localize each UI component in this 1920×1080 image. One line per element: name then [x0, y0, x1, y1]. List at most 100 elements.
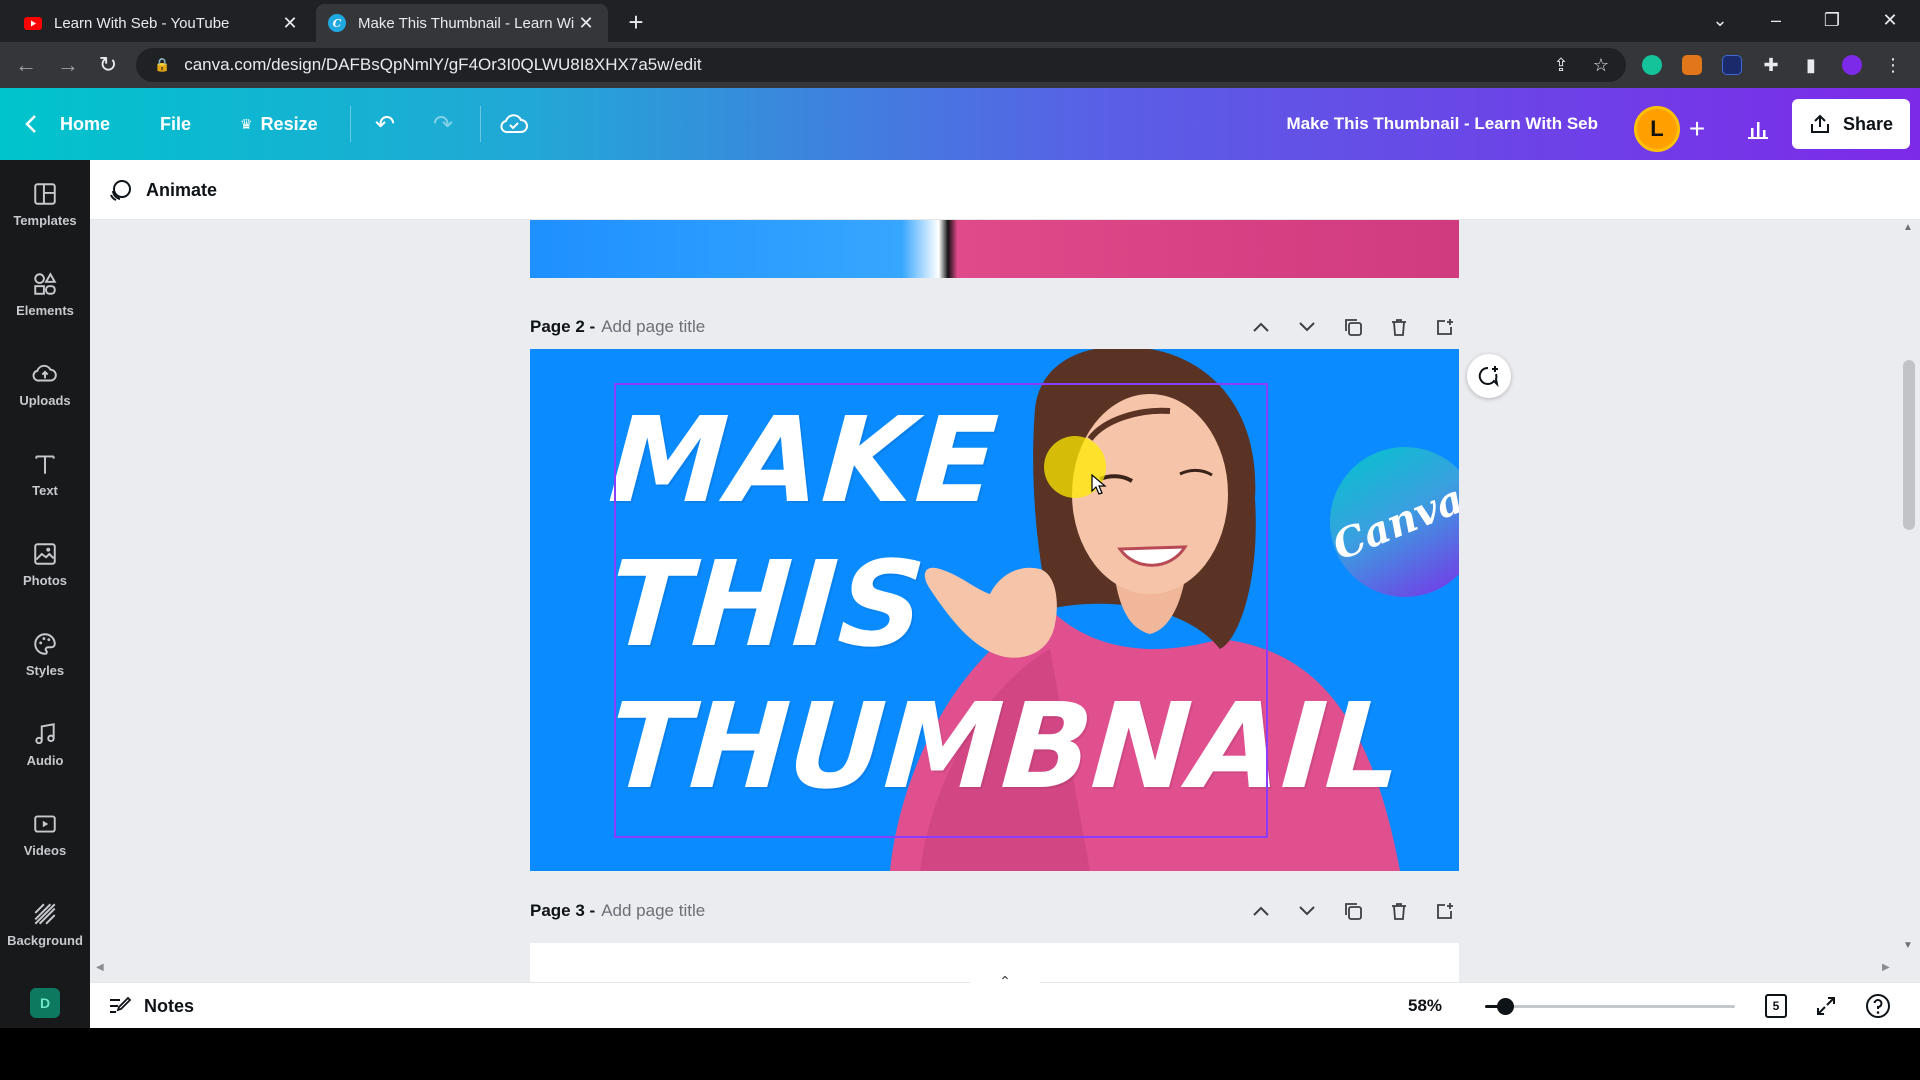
- redo-icon[interactable]: ↷: [429, 110, 457, 138]
- sidebar-item-label: Styles: [25, 662, 65, 678]
- grammarly-extension-icon[interactable]: [1642, 55, 1662, 75]
- page-1-thumbnail-bottom[interactable]: [530, 220, 1459, 278]
- help-icon[interactable]: [1864, 992, 1892, 1020]
- minimize-icon[interactable]: –: [1748, 0, 1804, 40]
- duplicate-page-icon[interactable]: [1339, 897, 1367, 925]
- tab-search-icon[interactable]: ⌄: [1692, 0, 1748, 40]
- back-icon[interactable]: ←: [12, 51, 40, 79]
- browser-tab-bar: Learn With Seb - YouTube ✕ C Make This T…: [0, 0, 1920, 42]
- sidebar-item-text[interactable]: Text: [0, 434, 90, 514]
- vertical-scrollbar[interactable]: ▲ ▼: [1898, 220, 1920, 982]
- context-toolbar: Animate: [90, 160, 1920, 220]
- duplicate-page-icon[interactable]: [1339, 313, 1367, 341]
- audio-icon: [35, 722, 55, 744]
- notion-extension-icon[interactable]: [1722, 55, 1742, 75]
- notes-button[interactable]: Notes: [108, 983, 194, 1029]
- show-pages-chevron-icon[interactable]: ⌃: [970, 971, 1040, 991]
- add-page-icon[interactable]: [1431, 897, 1459, 925]
- share-button[interactable]: Share: [1792, 99, 1910, 149]
- metamask-extension-icon[interactable]: [1682, 55, 1702, 75]
- tab-canva[interactable]: C Make This Thumbnail - Learn Wi ✕: [316, 4, 608, 42]
- page-3-title-field[interactable]: Add page title: [601, 901, 705, 921]
- page-count-button[interactable]: 5: [1762, 992, 1790, 1020]
- fullscreen-icon[interactable]: [1812, 992, 1840, 1020]
- url-text: canva.com/design/DAFBsQpNmlY/gF4Or3I0QLW…: [184, 55, 702, 74]
- cloud-saved-icon[interactable]: [500, 110, 528, 138]
- zoom-slider[interactable]: [1485, 998, 1735, 1015]
- videos-icon: [34, 814, 56, 833]
- canvas-workspace: Page 2 - Add page title MAKE THIS THUMBN…: [90, 220, 1920, 982]
- selection-box[interactable]: [614, 383, 1268, 838]
- url-field[interactable]: 🔒 canva.com/design/DAFBsQpNmlY/gF4Or3I0Q…: [136, 48, 1626, 82]
- page-2-title-field[interactable]: Add page title: [601, 317, 705, 337]
- mouse-pointer-icon: [1091, 474, 1107, 495]
- move-page-down-icon[interactable]: [1293, 313, 1321, 341]
- forward-icon[interactable]: →: [54, 51, 82, 79]
- canva-logo-text: Canva: [1326, 474, 1459, 570]
- zoom-percentage[interactable]: 58%: [1408, 983, 1442, 1029]
- canva-top-bar: Home File ♛ Resize ↶ ↷ Make This Thumbna…: [0, 88, 1920, 160]
- templates-icon: [34, 182, 56, 205]
- pages-grid-icon: 5: [1765, 994, 1787, 1018]
- sidebar-item-videos[interactable]: Videos: [0, 794, 90, 874]
- scroll-right-arrow-icon[interactable]: ▶: [1882, 962, 1890, 973]
- page-3-label: Page 3 -: [530, 901, 596, 920]
- scrollbar-thumb[interactable]: [1903, 360, 1915, 530]
- divider: [480, 106, 481, 142]
- zoom-slider-knob[interactable]: [1497, 998, 1514, 1015]
- sidebar-item-templates[interactable]: Templates: [0, 164, 90, 244]
- sidebar-item-photos[interactable]: Photos: [0, 524, 90, 604]
- delete-page-icon[interactable]: [1385, 313, 1413, 341]
- document-title[interactable]: Make This Thumbnail - Learn With Seb: [1286, 88, 1598, 160]
- restore-icon[interactable]: ❐: [1804, 0, 1860, 40]
- page-3-actions: [1247, 897, 1459, 925]
- new-tab-button[interactable]: +: [622, 9, 650, 37]
- home-label: Home: [60, 113, 111, 134]
- tab-title: Make This Thumbnail - Learn Wi: [358, 14, 575, 32]
- file-label: File: [160, 113, 192, 134]
- close-window-icon[interactable]: ✕: [1862, 0, 1918, 40]
- scroll-up-arrow-icon[interactable]: ▲: [1903, 222, 1913, 233]
- chevron-left-icon: [25, 115, 36, 133]
- reload-icon[interactable]: ↻: [94, 51, 122, 79]
- undo-icon[interactable]: ↶: [371, 110, 399, 138]
- home-button[interactable]: Home: [24, 88, 110, 160]
- sidebar-item-uploads[interactable]: Uploads: [0, 344, 90, 424]
- extensions-puzzle-icon[interactable]: ✚: [1760, 54, 1782, 76]
- sidebar-item-elements[interactable]: Elements: [0, 254, 90, 334]
- file-menu[interactable]: File: [160, 88, 191, 160]
- tab-youtube[interactable]: Learn With Seb - YouTube ✕: [12, 4, 312, 42]
- menu-kebab-icon[interactable]: ⋮: [1882, 54, 1904, 76]
- design-page-2[interactable]: MAKE THIS THUMBNAIL Canva: [530, 349, 1459, 871]
- animate-icon: [110, 180, 131, 201]
- resize-button[interactable]: ♛ Resize: [240, 88, 318, 160]
- add-comment-button[interactable]: [1467, 354, 1511, 398]
- invite-plus-button[interactable]: +: [1680, 106, 1714, 152]
- sidebar-item-audio[interactable]: Audio: [0, 704, 90, 784]
- scroll-left-arrow-icon[interactable]: ◀: [96, 962, 104, 973]
- scroll-down-arrow-icon[interactable]: ▼: [1903, 940, 1913, 951]
- insights-chart-icon[interactable]: [1738, 106, 1778, 152]
- bookmark-star-icon[interactable]: ☆: [1590, 54, 1612, 76]
- sidebar-item-label: Photos: [22, 572, 68, 588]
- animate-button[interactable]: Animate: [108, 172, 217, 208]
- share-page-icon[interactable]: ⇪: [1550, 54, 1572, 76]
- move-page-down-icon[interactable]: [1293, 897, 1321, 925]
- avatar[interactable]: L: [1634, 106, 1680, 152]
- side-panel-icon[interactable]: ▮: [1800, 54, 1822, 76]
- share-label: Share: [1842, 113, 1894, 134]
- notes-icon: [110, 996, 132, 1013]
- move-page-up-icon[interactable]: [1247, 897, 1275, 925]
- app-launcher-icon[interactable]: D: [30, 988, 60, 1018]
- move-page-up-icon[interactable]: [1247, 313, 1275, 341]
- close-tab-icon[interactable]: ✕: [280, 13, 300, 33]
- add-page-icon[interactable]: [1431, 313, 1459, 341]
- lock-icon: 🔒: [154, 57, 171, 72]
- sidebar-item-styles[interactable]: Styles: [0, 614, 90, 694]
- styles-icon: [34, 632, 56, 655]
- profile-icon[interactable]: [1842, 55, 1862, 75]
- sidebar-item-background[interactable]: Background: [0, 884, 90, 964]
- close-tab-icon[interactable]: ✕: [576, 13, 596, 33]
- delete-page-icon[interactable]: [1385, 897, 1413, 925]
- sidebar-item-label: Audio: [26, 752, 64, 768]
